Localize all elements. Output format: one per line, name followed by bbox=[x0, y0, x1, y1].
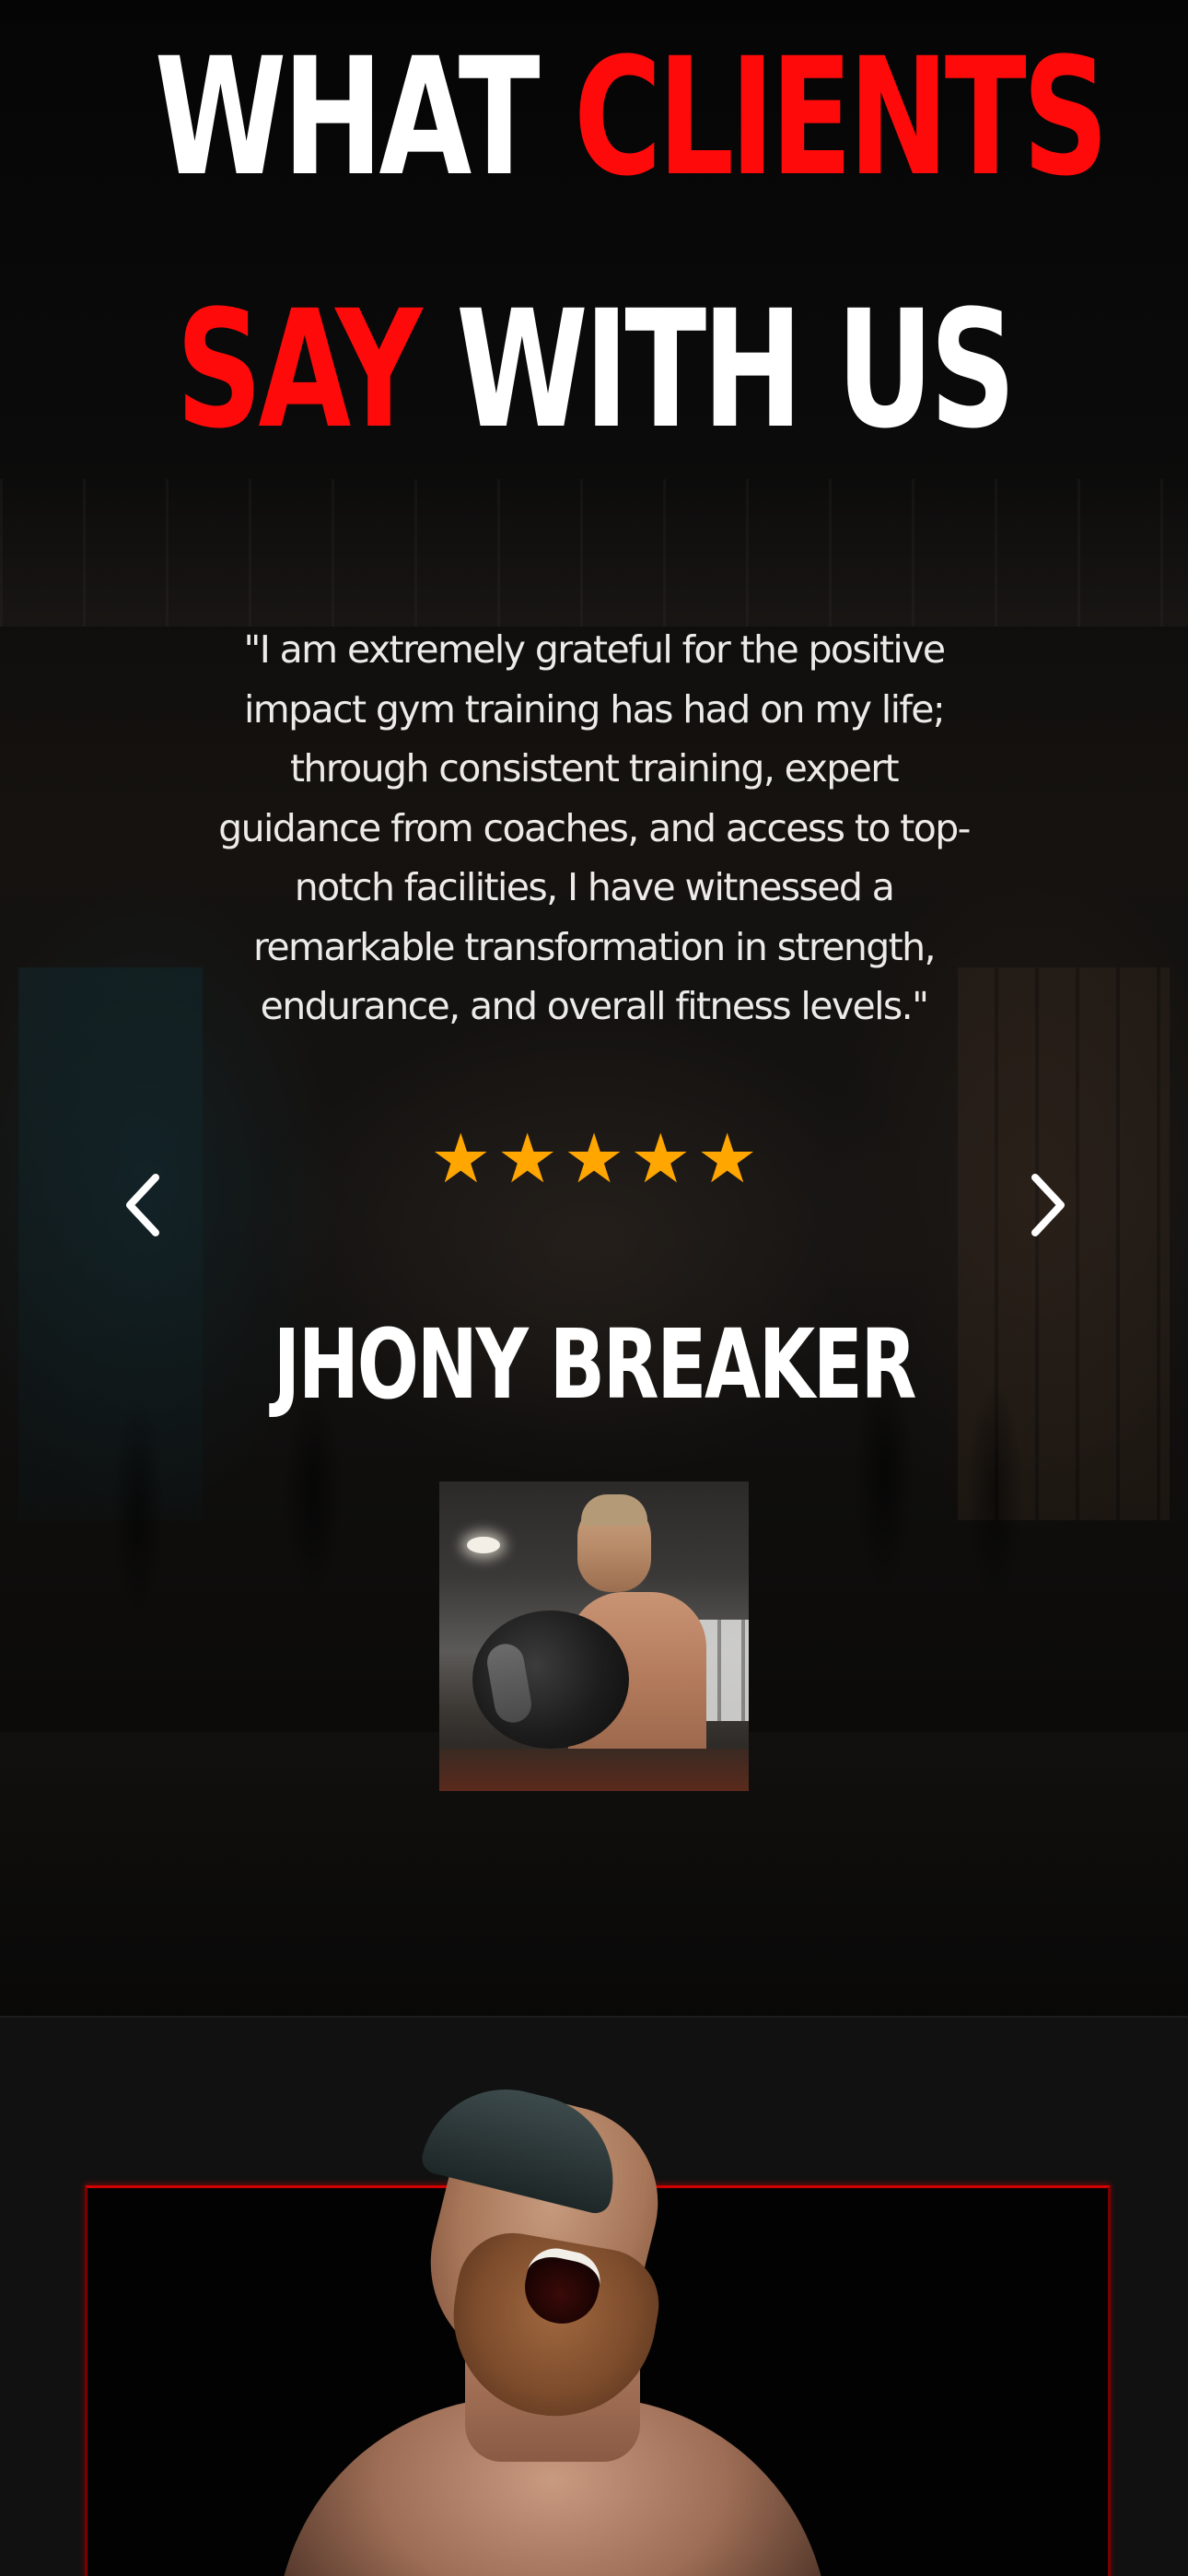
star-icon: ★ bbox=[696, 1119, 758, 1199]
client-photo bbox=[439, 1481, 749, 1791]
carousel-prev-button[interactable] bbox=[115, 1168, 170, 1242]
background-ceiling bbox=[0, 479, 1188, 626]
promo-section bbox=[0, 2016, 1188, 2576]
photo-floor bbox=[439, 1749, 749, 1791]
section-heading-line-1: WHAT CLIENTS bbox=[155, 35, 1109, 201]
star-icon: ★ bbox=[496, 1119, 558, 1199]
client-name: JHONY BREAKER bbox=[273, 1308, 917, 1421]
star-icon: ★ bbox=[563, 1119, 625, 1199]
star-icon: ★ bbox=[630, 1119, 692, 1199]
rating-stars: ★ ★ ★ ★ ★ bbox=[405, 1122, 783, 1196]
section-divider bbox=[0, 2016, 1188, 2018]
page: WHAT CLIENTS SAY WITH US "I am extremely… bbox=[0, 0, 1188, 2576]
heading-word-what: WHAT bbox=[154, 23, 575, 212]
photo-light bbox=[467, 1537, 500, 1553]
section-heading-line-2: SAY WITH US bbox=[155, 287, 1034, 453]
chevron-right-icon bbox=[1031, 1174, 1065, 1236]
testimonial-quote: "I am extremely grateful for the positiv… bbox=[218, 627, 971, 1028]
heading-word-clients: CLIENTS bbox=[574, 23, 1109, 212]
chevron-left-icon bbox=[126, 1174, 159, 1236]
heading-word-with-us: WITH US bbox=[418, 275, 1016, 464]
promo-person-image bbox=[276, 2071, 829, 2576]
testimonials-section: WHAT CLIENTS SAY WITH US "I am extremely… bbox=[0, 0, 1188, 2016]
star-icon: ★ bbox=[430, 1119, 492, 1199]
carousel-next-button[interactable] bbox=[1020, 1168, 1076, 1242]
photo-person-hair bbox=[581, 1494, 647, 1526]
heading-word-say: SAY bbox=[176, 275, 423, 464]
